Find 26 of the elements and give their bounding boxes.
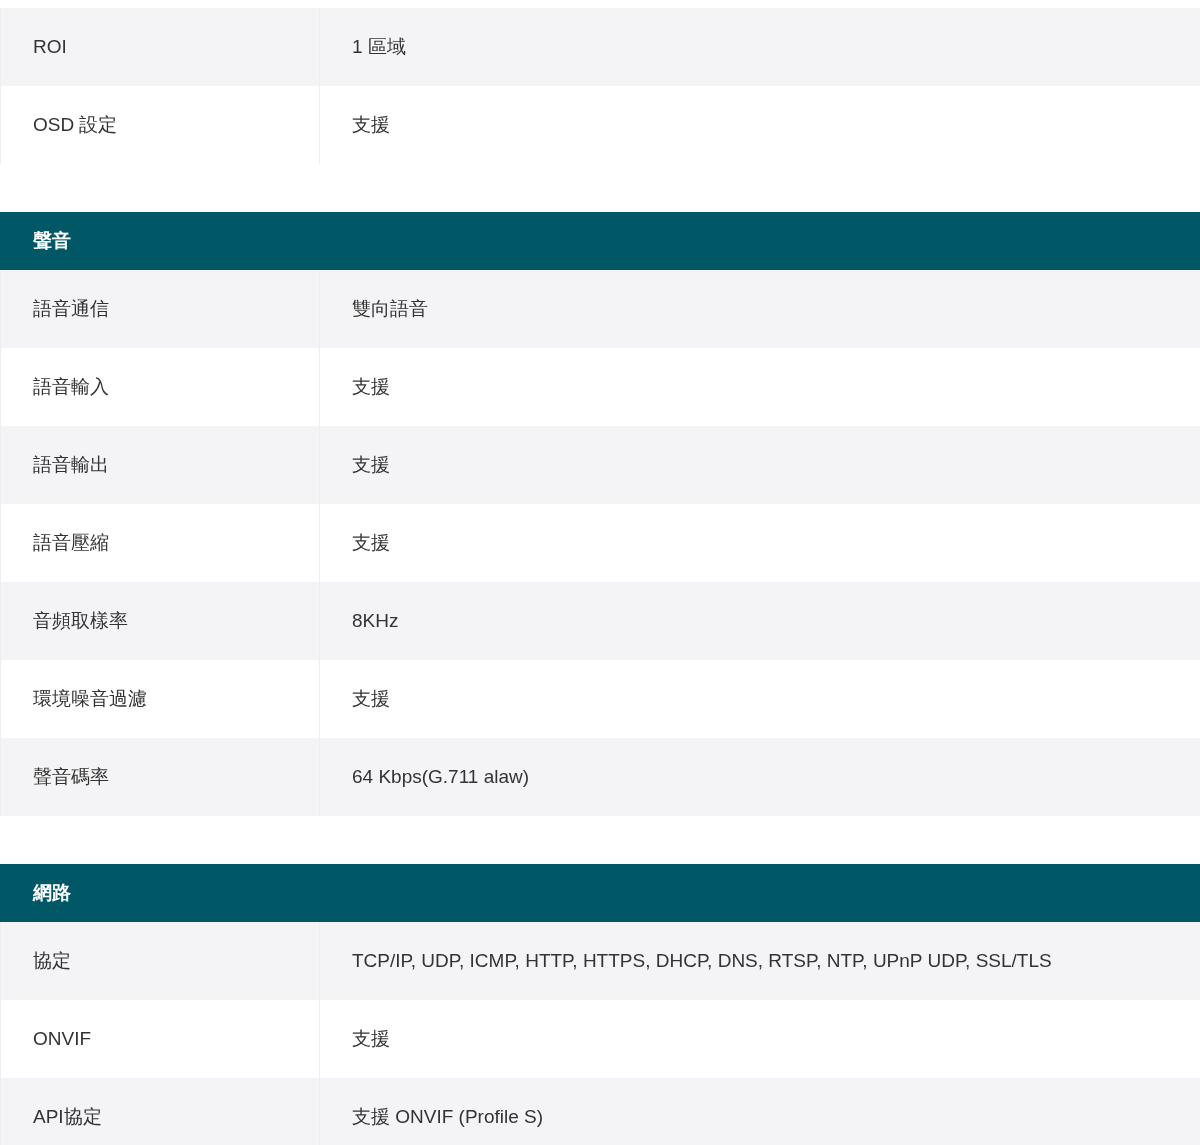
- spec-value: 支援: [352, 452, 390, 477]
- spec-value: 支援: [352, 530, 390, 555]
- spec-value: 64 Kbps(G.711 alaw): [352, 764, 530, 789]
- spec-value: 支援: [352, 112, 390, 137]
- spec-label: ROI: [33, 34, 67, 59]
- spec-label: 語音通信: [33, 296, 109, 321]
- spec-label: 聲音碼率: [33, 764, 109, 789]
- spec-value: TCP/IP, UDP, ICMP, HTTP, HTTPS, DHCP, DNS, RTSP, NTP, UPnP UDP, SSL/TLS: [352, 948, 1052, 973]
- spec-label: 音頻取樣率: [33, 608, 128, 633]
- spec-label: API協定: [33, 1104, 102, 1129]
- spec-value: 支援: [352, 686, 390, 711]
- spec-label: 語音輸出: [33, 452, 109, 477]
- section-header: 網路: [0, 864, 1200, 922]
- spec-value: 雙向語音: [352, 296, 428, 321]
- spec-label: ONVIF: [33, 1026, 92, 1051]
- spec-label: OSD 設定: [33, 112, 118, 137]
- spec-label: 語音輸入: [33, 374, 109, 399]
- spec-value: 支援: [352, 1026, 390, 1051]
- spec-value: 支援: [352, 374, 390, 399]
- section-header: 聲音: [0, 212, 1200, 270]
- spec-value: 支援 ONVIF (Profile S): [352, 1104, 544, 1129]
- spec-label: 環境噪音過濾: [33, 686, 147, 711]
- spec-label: 協定: [33, 948, 71, 973]
- spec-label: 語音壓縮: [33, 530, 109, 555]
- spec-value: 1 區域: [352, 34, 406, 59]
- spec-value: 8KHz: [352, 608, 399, 633]
